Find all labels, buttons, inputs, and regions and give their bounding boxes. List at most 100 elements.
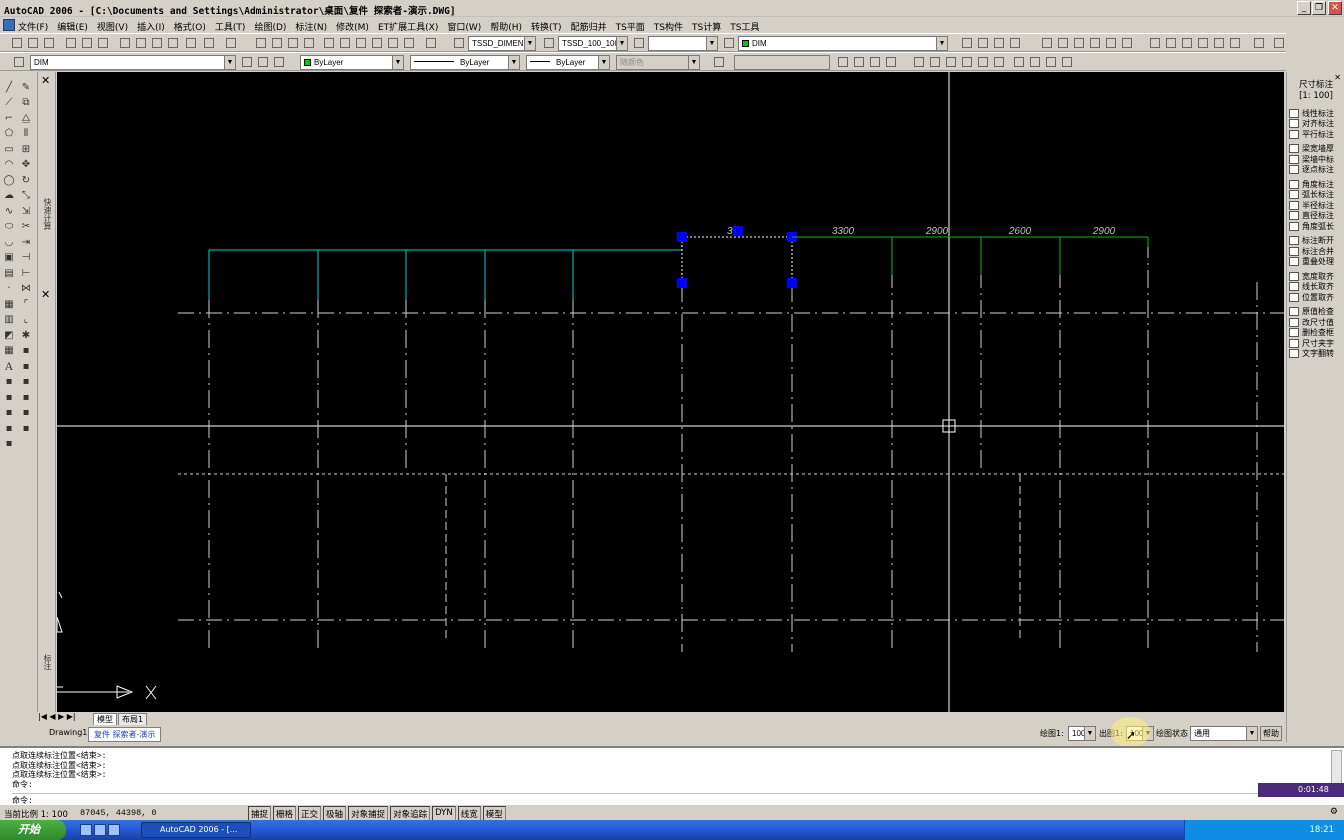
unlock-icon[interactable] (1060, 55, 1074, 69)
grip-1[interactable] (677, 232, 687, 242)
layer-combo[interactable]: DIM ▼ (30, 55, 236, 70)
quicklaunch-1-icon[interactable] (80, 824, 92, 836)
palette-item[interactable]: 改尺寸值 (1289, 317, 1344, 328)
palette-item[interactable]: 半径标注 (1289, 200, 1344, 211)
chevron-down-icon[interactable]: ▼ (1084, 727, 1095, 740)
ts-layer-3-icon[interactable] (868, 55, 882, 69)
markup-icon[interactable] (386, 36, 400, 50)
break-icon[interactable]: ⊢ (19, 266, 33, 280)
table-style-combo[interactable]: ▼ (648, 36, 718, 51)
help-button[interactable]: 帮助 (1260, 726, 1282, 741)
new-file-icon[interactable] (10, 36, 24, 50)
menu-item[interactable]: 插入(I) (137, 20, 165, 33)
ts-draw-5-icon[interactable]: ▪ (2, 437, 16, 451)
chevron-down-icon[interactable]: ▼ (616, 37, 627, 50)
chevron-down-icon[interactable]: ▼ (598, 56, 609, 69)
ts-modify-6-icon[interactable]: ▪ (19, 421, 33, 435)
minimize-button[interactable]: _ (1297, 1, 1311, 15)
table-icon[interactable]: ▦ (2, 344, 16, 358)
design-center-icon[interactable] (338, 36, 352, 50)
ts-layer-1-icon[interactable] (836, 55, 850, 69)
palette-item[interactable]: 线长取齐 (1289, 282, 1344, 293)
ts-tool-7-icon[interactable] (1072, 36, 1086, 50)
print-preview-icon[interactable] (80, 36, 94, 50)
layer-manager-icon[interactable] (722, 36, 736, 50)
menu-item[interactable]: 窗口(W) (447, 20, 481, 33)
selected-dimension[interactable] (681, 236, 793, 282)
print-icon[interactable] (64, 36, 78, 50)
scale-icon[interactable]: ⤡ (19, 189, 33, 203)
restore-button[interactable]: ❐ (1312, 1, 1326, 15)
spline-icon[interactable]: ∿ (2, 204, 16, 218)
region-icon[interactable]: ◩ (2, 328, 16, 342)
point-icon[interactable]: · (2, 282, 16, 296)
palette-item[interactable]: 重叠处理 (1289, 257, 1344, 268)
palette-item[interactable]: 删检查框 (1289, 328, 1344, 339)
ts-layer-11-icon[interactable] (1012, 55, 1026, 69)
chevron-down-icon[interactable]: ▼ (936, 37, 947, 50)
offset-icon[interactable]: ⫴ (19, 127, 33, 141)
rotate-icon[interactable]: ↻ (19, 173, 33, 187)
palette-item[interactable]: 逐点标注 (1289, 165, 1344, 176)
ts-layer-10-icon[interactable] (992, 55, 1006, 69)
ts-draw-1-icon[interactable]: ▪ (2, 375, 16, 389)
ts-modify-2-icon[interactable]: ▪ (19, 359, 33, 373)
ts-tool-14-icon[interactable] (1196, 36, 1210, 50)
mtext-icon[interactable]: A (2, 359, 16, 373)
menu-item[interactable]: 配筋归并 (571, 20, 607, 33)
tray-settings-icon[interactable]: ⚙ (1330, 807, 1338, 817)
polygon-icon[interactable]: ⬠ (2, 127, 16, 141)
paste-icon[interactable] (150, 36, 164, 50)
gradient-icon[interactable]: ▥ (2, 313, 16, 327)
tab-nav-arrows[interactable]: |◀ ◀ ▶ ▶| (38, 712, 76, 721)
menu-item[interactable]: 修改(M) (336, 20, 369, 33)
palette-item[interactable]: 直径标注 (1289, 211, 1344, 222)
zoom-previous-icon[interactable] (302, 36, 316, 50)
edit-text-icon[interactable] (712, 55, 726, 69)
menu-item[interactable]: 标注(N) (295, 20, 327, 33)
linetype-combo[interactable]: ByLayer ▼ (410, 55, 520, 70)
make-current-icon[interactable] (240, 55, 254, 69)
menu-item[interactable]: 文件(F) (18, 20, 48, 33)
fillet-icon[interactable]: ⌞ (19, 313, 33, 327)
dim-style-icon[interactable] (542, 36, 556, 50)
light-bulb-icon[interactable] (1028, 55, 1042, 69)
circle-icon[interactable]: ◯ (2, 173, 16, 187)
ts-draw-2-icon[interactable]: ▪ (2, 390, 16, 404)
trim-icon[interactable]: ✂ (19, 220, 33, 234)
ts-tool-15-icon[interactable] (1212, 36, 1226, 50)
sheet-set-icon[interactable] (370, 36, 384, 50)
ts-tool-6-icon[interactable] (1056, 36, 1070, 50)
color-combo[interactable]: ByLayer ▼ (300, 55, 404, 70)
chevron-down-icon[interactable]: ▼ (706, 37, 717, 50)
grip-4[interactable] (677, 278, 687, 288)
menu-item[interactable]: 转换(T) (531, 20, 562, 33)
menu-item[interactable]: 帮助(H) (490, 20, 522, 33)
revision-cloud-icon[interactable]: ☁ (2, 189, 16, 203)
table-style-icon[interactable] (632, 36, 646, 50)
arc-icon[interactable]: ◠ (2, 158, 16, 172)
rectangle-icon[interactable]: ▭ (2, 142, 16, 156)
autocad-app-icon[interactable] (3, 19, 15, 31)
make-block-icon[interactable]: ▤ (2, 266, 16, 280)
erase-icon[interactable]: ✎ (19, 80, 33, 94)
palette-item[interactable]: 宽度取齐 (1289, 271, 1344, 282)
pan-icon[interactable] (254, 36, 268, 50)
ts-modify-4-icon[interactable]: ▪ (19, 390, 33, 404)
ts-tool-17-icon[interactable] (1252, 36, 1266, 50)
palette-item[interactable]: 尺寸夹字 (1289, 338, 1344, 349)
draw-scale-combo[interactable]: 100 ▼ (1068, 726, 1096, 741)
drawing-canvas[interactable]: 3 3300 2900 2600 2900 (57, 72, 1284, 712)
palette-item[interactable]: 梁墙中标 (1289, 154, 1344, 165)
menu-item[interactable]: TS平面 (616, 20, 645, 33)
palette-item[interactable]: 位置取齐 (1289, 292, 1344, 303)
task-autocad[interactable]: AutoCAD 2006 - [... (141, 822, 251, 838)
save-icon[interactable] (42, 36, 56, 50)
menu-item[interactable]: TS工具 (730, 20, 759, 33)
copy-object-icon[interactable]: ⧉ (19, 96, 33, 110)
ts-layer-8-icon[interactable] (960, 55, 974, 69)
menu-item[interactable]: 视图(V) (97, 20, 128, 33)
grips[interactable] (677, 226, 797, 288)
chevron-down-icon[interactable]: ▼ (392, 56, 403, 69)
media-control[interactable]: 0:01:48 (1258, 783, 1344, 797)
